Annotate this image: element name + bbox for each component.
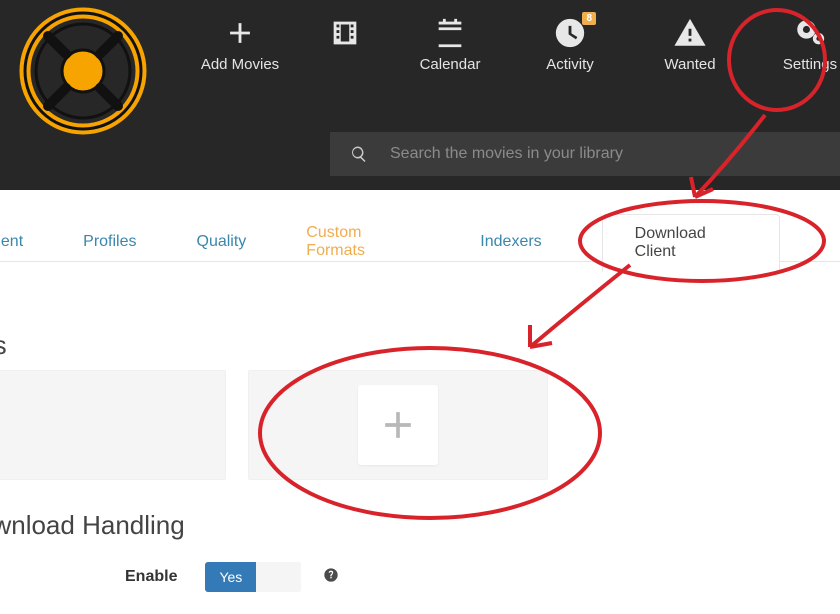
nav-label: Settings (783, 56, 837, 73)
tab-quality[interactable]: Quality (197, 223, 247, 261)
enable-toggle[interactable]: Yes (205, 562, 301, 592)
app-logo (18, 6, 148, 136)
tab-profiles[interactable]: Profiles (83, 223, 136, 261)
enable-label: Enable (125, 568, 177, 586)
enable-row: Enable Yes (125, 562, 339, 592)
nav-wanted[interactable]: Wanted (650, 16, 730, 73)
plus-icon (376, 403, 420, 447)
nav-label: Wanted (664, 56, 715, 73)
toggle-on[interactable]: Yes (205, 562, 256, 592)
nav-movies-film[interactable] (320, 16, 370, 73)
film-icon (328, 16, 362, 50)
search-input[interactable] (390, 145, 790, 163)
client-card[interactable] (0, 370, 226, 480)
nav-settings[interactable]: Settings (770, 16, 840, 73)
gears-icon (793, 16, 827, 50)
tab-custom-formats[interactable]: Custom Formats (306, 214, 420, 270)
nav-label: Calendar (420, 56, 481, 73)
toggle-off[interactable] (256, 562, 301, 592)
tab-media-management[interactable]: nent (0, 223, 23, 261)
topbar: Add Movies Calendar 8 Activity Wanted Se… (0, 0, 840, 190)
activity-badge: 8 (582, 12, 596, 25)
calendar-icon (433, 16, 467, 50)
tab-indexers[interactable]: Indexers (480, 223, 541, 261)
nav-label: Activity (546, 56, 594, 73)
download-clients-list (0, 370, 548, 480)
add-client-button[interactable] (358, 385, 438, 465)
nav-activity[interactable]: 8 Activity (530, 16, 610, 73)
searchbar (330, 132, 840, 176)
tab-download-client[interactable]: Download Client (602, 214, 780, 272)
nav-add-movies[interactable]: Add Movies (200, 16, 280, 73)
main-nav: Add Movies Calendar 8 Activity Wanted Se… (200, 16, 830, 73)
warning-icon (673, 16, 707, 50)
search-icon (350, 145, 368, 163)
help-icon[interactable] (323, 567, 339, 588)
nav-calendar[interactable]: Calendar (410, 16, 490, 73)
annotation-arrow-2 (505, 255, 645, 365)
completed-download-handling-heading: ownload Handling (0, 510, 185, 541)
download-clients-heading: nts (0, 330, 7, 361)
add-client-card[interactable] (248, 370, 548, 480)
settings-tabs: nent Profiles Quality Custom Formats Ind… (0, 222, 840, 262)
nav-label: Add Movies (201, 56, 279, 73)
plus-icon (223, 16, 257, 50)
